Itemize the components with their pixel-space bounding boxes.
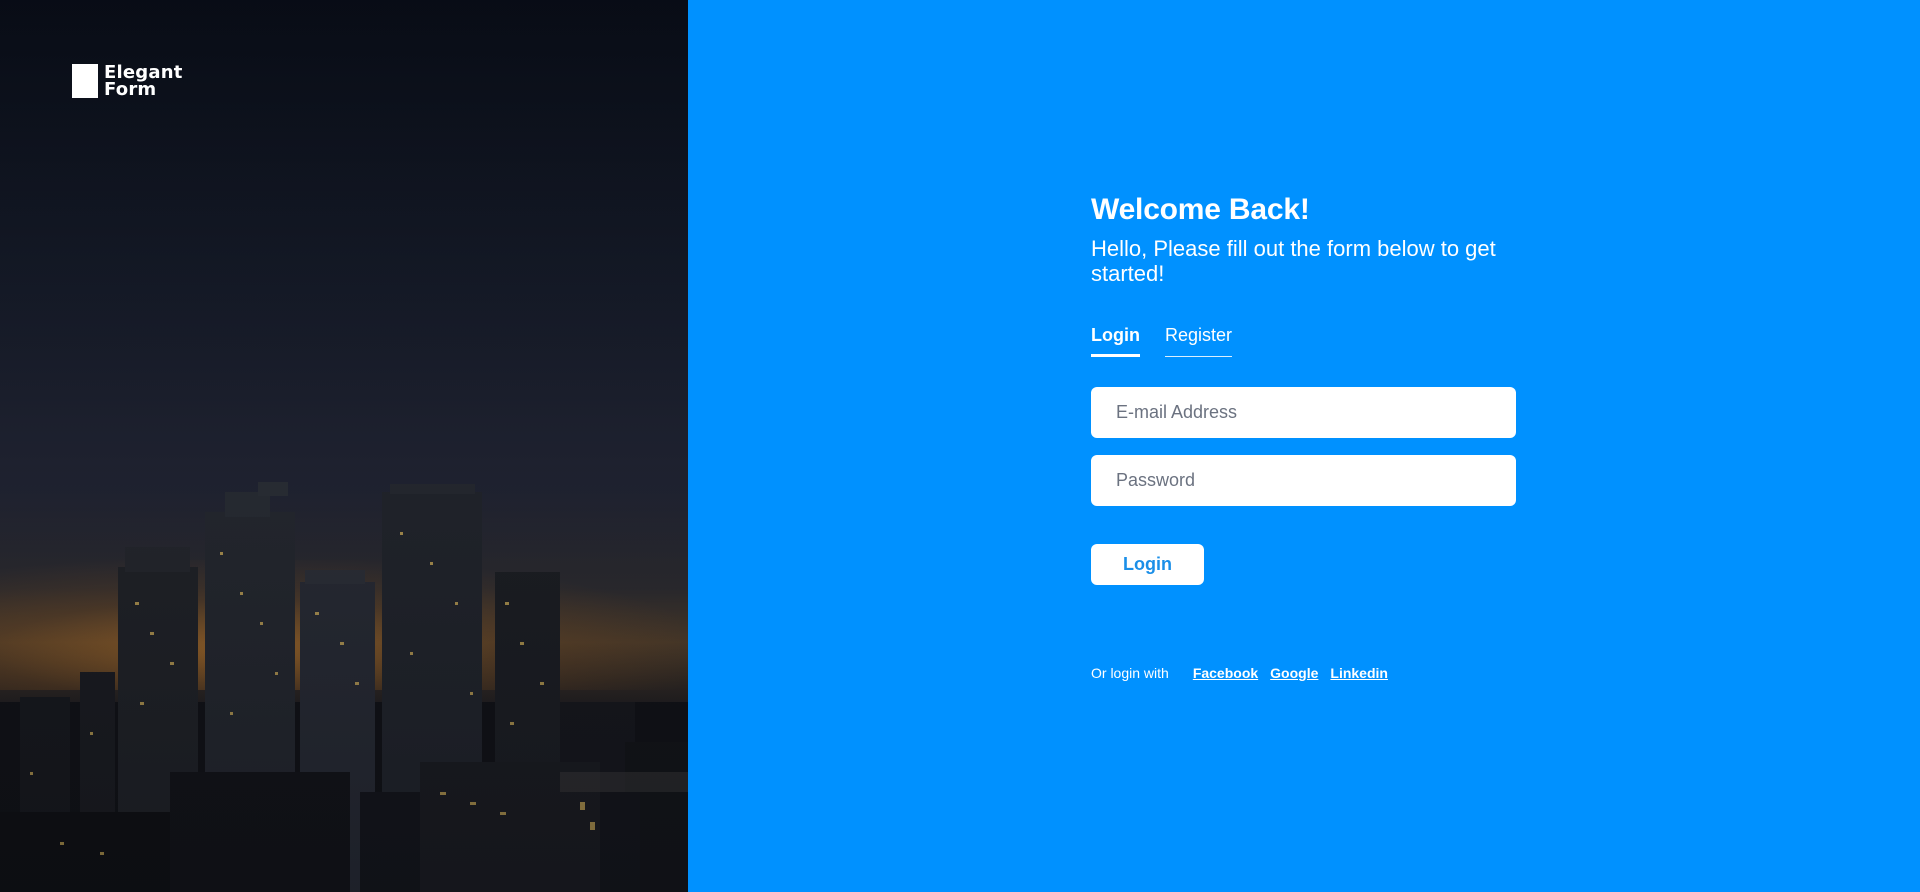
linkedin-link[interactable]: Linkedin bbox=[1330, 665, 1388, 681]
tab-login[interactable]: Login bbox=[1091, 325, 1140, 357]
login-form: Welcome Back! Hello, Please fill out the… bbox=[1091, 192, 1517, 681]
brand-name: Elegant Form bbox=[104, 64, 183, 100]
email-field-wrapper bbox=[1091, 387, 1516, 438]
password-field-wrapper bbox=[1091, 455, 1516, 506]
email-field[interactable] bbox=[1116, 387, 1516, 438]
password-field[interactable] bbox=[1116, 455, 1516, 506]
page-subtitle: Hello, Please fill out the form below to… bbox=[1091, 236, 1496, 286]
brand-name-line2: Form bbox=[104, 79, 157, 100]
city-photo-panel: Elegant Form bbox=[0, 0, 688, 892]
photo-overlay bbox=[0, 0, 688, 892]
brand-logo[interactable]: Elegant Form bbox=[72, 64, 183, 100]
page-title: Welcome Back! bbox=[1091, 193, 1310, 226]
login-button[interactable]: Login bbox=[1091, 544, 1204, 585]
tab-register[interactable]: Register bbox=[1164, 325, 1233, 357]
stamp-icon bbox=[72, 64, 98, 98]
login-page: Elegant Form Welcome Back! Hello, Please… bbox=[0, 0, 1920, 892]
form-panel: Welcome Back! Hello, Please fill out the… bbox=[688, 0, 1920, 892]
social-login-label: Or login with bbox=[1091, 665, 1169, 681]
social-login: Or login with Facebook Google Linkedin bbox=[1091, 665, 1517, 681]
auth-tabs: Login Register bbox=[1091, 325, 1517, 357]
google-link[interactable]: Google bbox=[1270, 665, 1318, 681]
facebook-link[interactable]: Facebook bbox=[1193, 665, 1258, 681]
